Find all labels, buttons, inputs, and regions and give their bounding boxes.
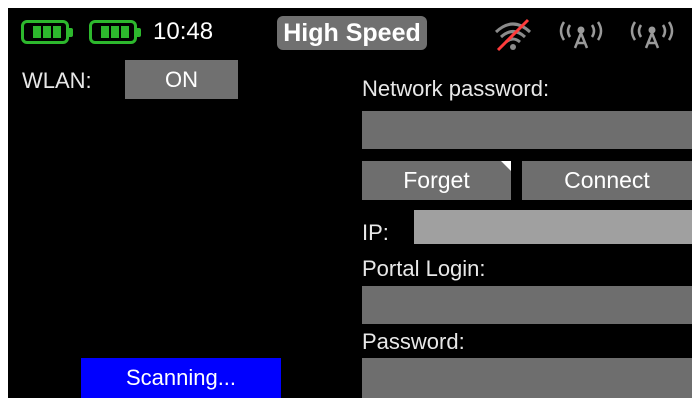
antenna-icon [559, 21, 603, 49]
battery-icon [21, 20, 73, 44]
ip-label: IP: [362, 220, 389, 245]
forget-button[interactable]: Forget [362, 161, 511, 200]
scanning-status-bar: Scanning... [81, 358, 281, 398]
portal-login-label: Portal Login: [362, 256, 486, 281]
wifi-disabled-icon [494, 18, 532, 52]
ip-field [414, 210, 692, 244]
wlan-label: WLAN: [22, 68, 92, 93]
battery-icon [89, 20, 141, 44]
portal-password-input[interactable] [362, 358, 692, 398]
portal-password-label: Password: [362, 329, 465, 354]
connect-button[interactable]: Connect [522, 161, 692, 200]
dropdown-corner-icon [501, 161, 511, 171]
device-screen: 10:48 High Speed WLAN: ON Network passwo… [8, 8, 692, 398]
mode-badge: High Speed [277, 16, 427, 50]
forget-button-label: Forget [403, 167, 470, 193]
network-password-label: Network password: [362, 76, 550, 101]
portal-login-input[interactable] [362, 286, 692, 324]
wlan-toggle-button[interactable]: ON [125, 60, 238, 99]
clock-time: 10:48 [153, 18, 214, 45]
antenna-icon [630, 21, 674, 49]
network-password-input[interactable] [362, 111, 692, 149]
